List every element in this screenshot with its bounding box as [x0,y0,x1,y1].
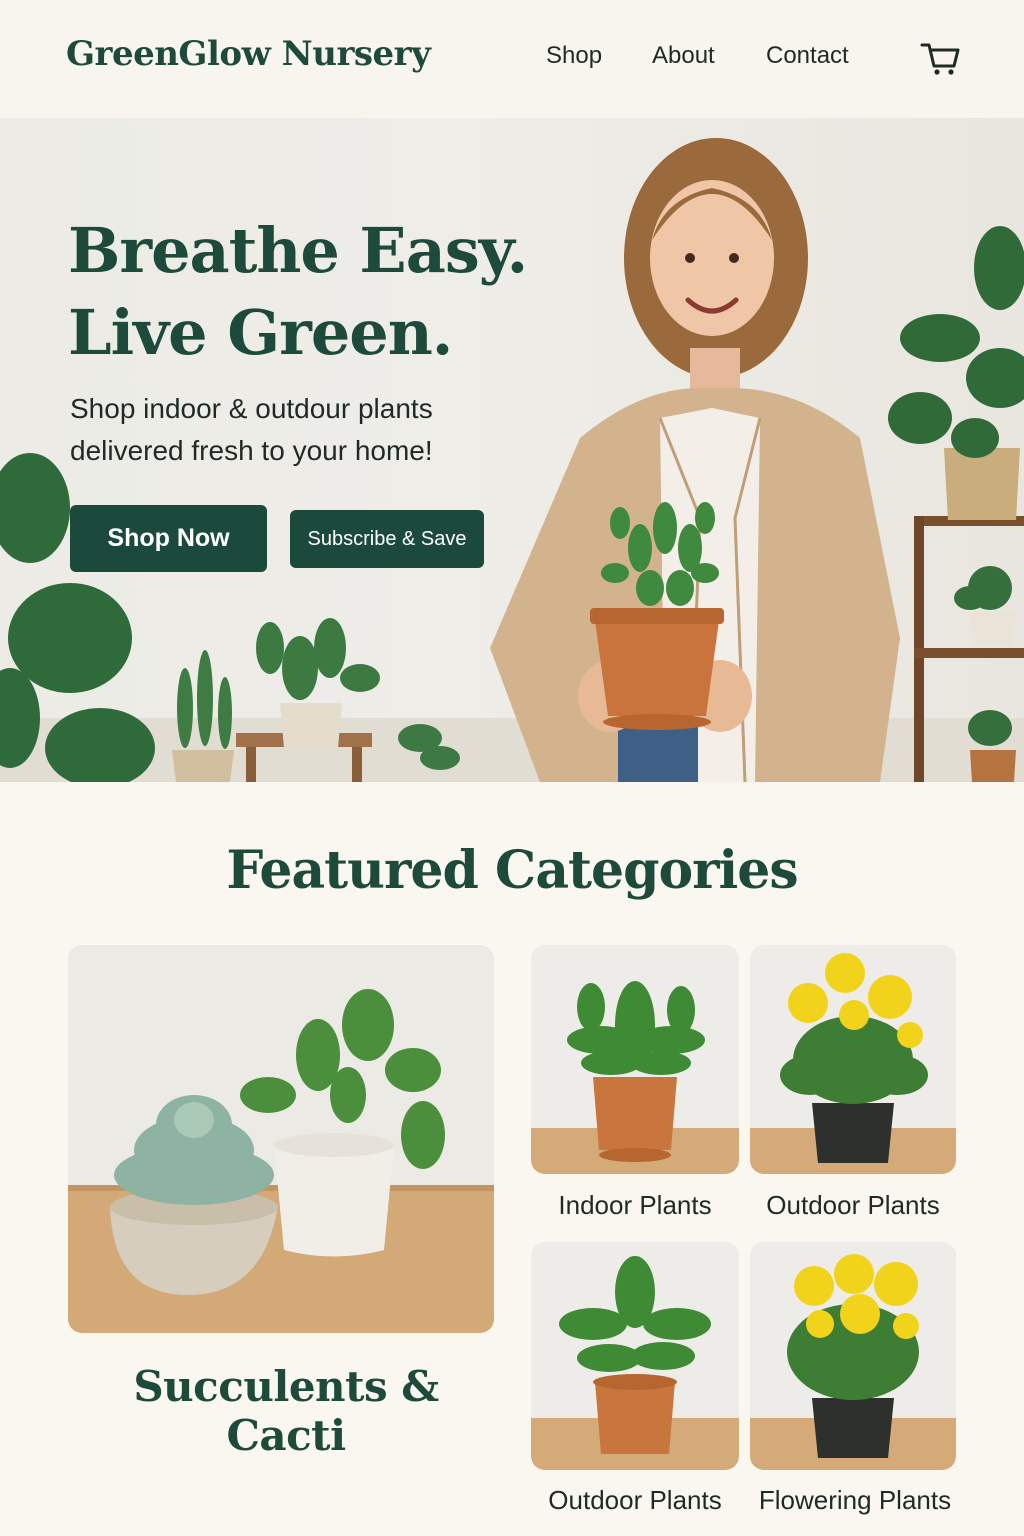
nav-shop-link[interactable]: Shop [546,42,602,70]
category-label-succulents[interactable]: Succulents & Cacti [68,1362,504,1460]
hero-headline-line2: Live Green. [68,296,453,369]
category-card-indoor-image[interactable] [531,945,739,1174]
site-header: GreenGlow Nursery Shop About Contact [0,0,1024,118]
category-label-flowering[interactable]: Flowering Plants [744,1485,966,1516]
site-logo[interactable]: GreenGlow Nursery [66,34,431,74]
featured-categories-title: Featured Categories [226,840,798,901]
shop-now-button[interactable]: Shop Now [70,505,267,572]
category-label-outdoor[interactable]: Outdoor Plants [744,1190,962,1221]
hero-headline: Breathe Easy. Live Green. [68,210,568,374]
category-card-outdoor-image[interactable] [750,945,956,1174]
cart-icon[interactable] [918,38,962,78]
hero-headline-line1: Breathe Easy. [68,214,528,287]
category-card-succulents-image[interactable] [68,945,494,1333]
category-label-indoor[interactable]: Indoor Plants [531,1190,739,1221]
hero-subtitle: Shop indoor & outdour plants delivered f… [70,393,433,466]
nav-contact-link[interactable]: Contact [766,42,849,70]
nav-about-link[interactable]: About [652,42,715,70]
category-card-flowering-image[interactable] [750,1242,956,1470]
subscribe-save-button[interactable]: Subscribe & Save [290,510,484,568]
category-card-outdoor-2-image[interactable] [531,1242,739,1470]
hero-banner: Breathe Easy. Live Green. Shop indoor & … [0,118,1024,782]
category-label-outdoor-2[interactable]: Outdoor Plants [526,1485,744,1516]
